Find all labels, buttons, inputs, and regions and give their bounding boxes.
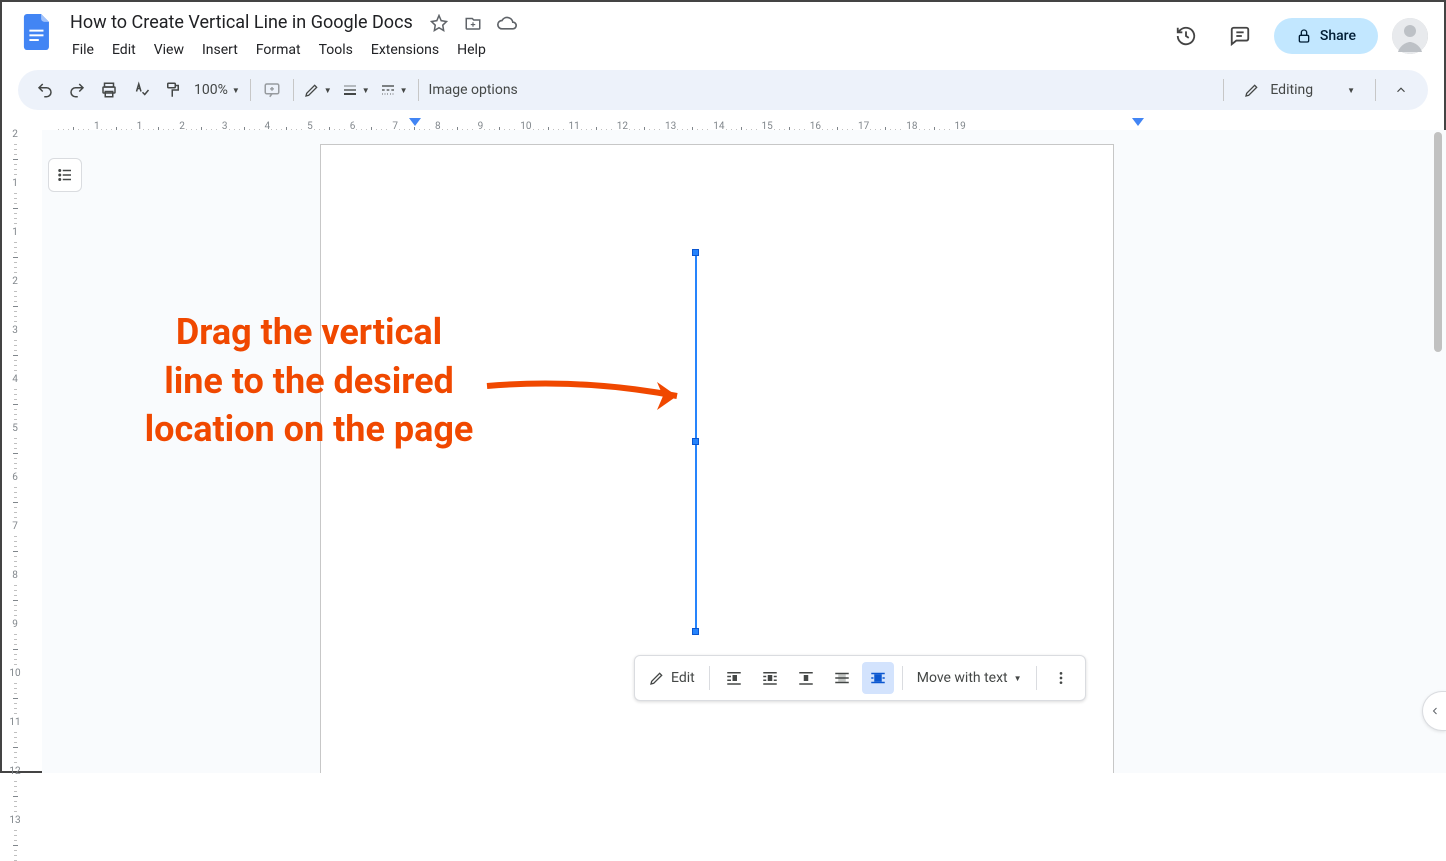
separator: [1375, 79, 1376, 101]
separator: [250, 79, 251, 101]
menu-help[interactable]: Help: [449, 38, 494, 62]
behind-text-button[interactable]: [826, 662, 858, 694]
pencil-icon: [649, 670, 665, 686]
undo-button[interactable]: [30, 75, 60, 105]
border-dash-button[interactable]: ▼: [376, 75, 412, 105]
document-title[interactable]: How to Create Vertical Line in Google Do…: [66, 10, 417, 35]
add-comment-button[interactable]: [257, 75, 287, 105]
star-icon[interactable]: [427, 11, 451, 35]
share-button[interactable]: Share: [1274, 18, 1378, 54]
border-weight-button[interactable]: ▼: [338, 75, 374, 105]
annotation-arrow: [482, 368, 702, 418]
indent-marker[interactable]: [409, 118, 421, 130]
menu-view[interactable]: View: [146, 38, 192, 62]
menu-extensions[interactable]: Extensions: [363, 38, 447, 62]
more-options-button[interactable]: [1045, 662, 1077, 694]
share-label: Share: [1320, 28, 1356, 44]
separator: [293, 79, 294, 101]
scrollbar[interactable]: [1434, 132, 1442, 763]
separator: [418, 79, 419, 101]
history-icon[interactable]: [1166, 16, 1206, 56]
wrap-inline-button[interactable]: [718, 662, 750, 694]
resize-handle-top[interactable]: [692, 249, 699, 256]
pencil-icon: [1244, 82, 1260, 98]
menu-insert[interactable]: Insert: [194, 38, 246, 62]
vertical-ruler[interactable]: 2112345678910111213: [6, 130, 24, 773]
canvas-area[interactable]: Edit Move with text▼ Drag the vertical l…: [42, 130, 1446, 773]
selected-vertical-line[interactable]: [695, 253, 697, 631]
paint-format-button[interactable]: [158, 75, 188, 105]
break-text-button[interactable]: [790, 662, 822, 694]
avatar[interactable]: [1392, 18, 1428, 54]
scrollbar-thumb[interactable]: [1434, 132, 1442, 352]
separator: [902, 666, 903, 690]
print-button[interactable]: [94, 75, 124, 105]
right-indent-marker[interactable]: [1132, 118, 1144, 130]
menu-edit[interactable]: Edit: [104, 38, 144, 62]
separator: [1036, 666, 1037, 690]
menu-format[interactable]: Format: [248, 38, 309, 62]
border-color-button[interactable]: ▼: [300, 75, 336, 105]
editing-mode-dropdown[interactable]: Editing ▼: [1234, 78, 1365, 102]
annotation-text: Drag the vertical line to the desired lo…: [104, 308, 514, 454]
cloud-status-icon[interactable]: [495, 11, 519, 35]
separator: [1223, 79, 1224, 101]
separator: [709, 666, 710, 690]
menu-file[interactable]: File: [64, 38, 102, 62]
collapse-toolbar-button[interactable]: [1386, 75, 1416, 105]
comments-icon[interactable]: [1220, 16, 1260, 56]
chevron-down-icon: ▼: [232, 86, 240, 95]
chevron-down-icon: ▼: [400, 86, 408, 95]
chevron-down-icon: ▼: [1014, 674, 1022, 683]
chevron-down-icon: ▼: [362, 86, 370, 95]
chevron-down-icon: ▼: [1347, 86, 1355, 95]
docs-logo[interactable]: [18, 12, 58, 52]
menubar: File Edit View Insert Format Tools Exten…: [64, 35, 1166, 62]
menu-tools[interactable]: Tools: [311, 38, 361, 62]
show-outline-button[interactable]: [48, 158, 82, 192]
spellcheck-button[interactable]: [126, 75, 156, 105]
image-context-toolbar: Edit Move with text▼: [634, 655, 1086, 701]
wrap-text-button[interactable]: [754, 662, 786, 694]
in-front-of-text-button[interactable]: [862, 662, 894, 694]
ctx-edit-button[interactable]: Edit: [643, 662, 701, 694]
toolbar: 100%▼ ▼ ▼ ▼ Image options Editing ▼: [18, 70, 1428, 110]
lock-icon: [1296, 28, 1312, 44]
resize-handle-middle[interactable]: [692, 438, 699, 445]
document-page[interactable]: Edit Move with text▼: [320, 144, 1114, 773]
move-icon[interactable]: [461, 11, 485, 35]
resize-handle-bottom[interactable]: [692, 628, 699, 635]
redo-button[interactable]: [62, 75, 92, 105]
image-options-button[interactable]: Image options: [425, 75, 522, 105]
zoom-dropdown[interactable]: 100%▼: [190, 75, 244, 105]
position-dropdown[interactable]: Move with text▼: [911, 662, 1028, 694]
chevron-down-icon: ▼: [324, 86, 332, 95]
